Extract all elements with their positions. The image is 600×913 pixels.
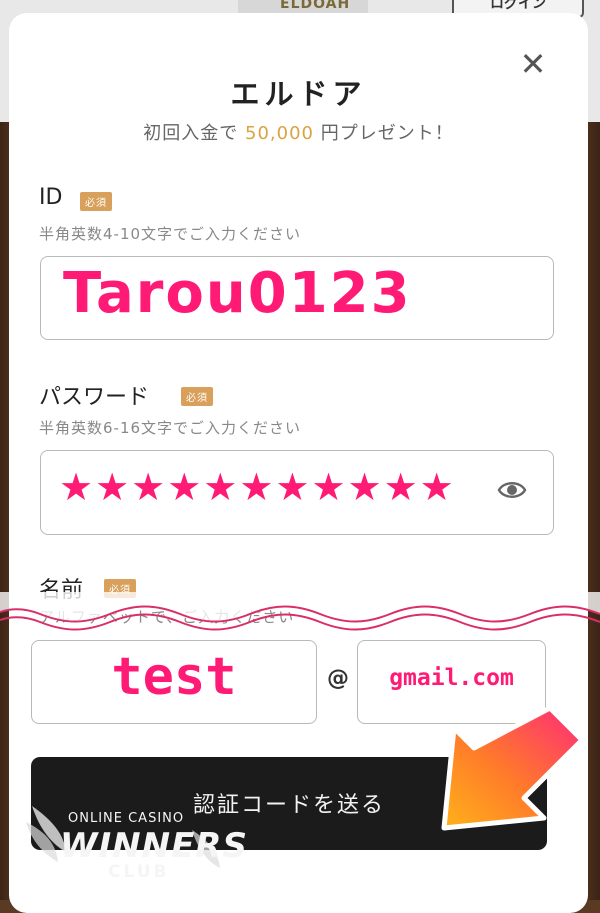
password-input-value: ★★★★★★★★★★★ [59, 465, 456, 509]
eye-icon[interactable] [497, 477, 527, 503]
watermark-line1: ONLINE CASINO [68, 811, 185, 826]
password-label: パスワード [39, 385, 150, 410]
promo-suffix: 円プレゼント！ [320, 123, 454, 144]
wave-break-overlay [0, 592, 600, 631]
required-badge: 必須 [181, 387, 213, 406]
watermark-line3: CLUB [108, 862, 170, 882]
modal-title: エルドア [230, 77, 367, 111]
required-badge: 必須 [80, 192, 112, 211]
promo-amount: 50,000 [245, 123, 314, 144]
password-hint: 半角英数6-16文字でご入力ください [39, 419, 302, 437]
id-input[interactable]: Tarou0123 [40, 256, 554, 340]
arrow-icon [441, 705, 585, 831]
password-input[interactable]: ★★★★★★★★★★★ [40, 450, 554, 535]
id-hint: 半角英数4-10文字でご入力ください [39, 225, 302, 243]
email-domain-value: gmail.com [389, 665, 514, 691]
watermark-line2: WINNERS [60, 826, 248, 866]
id-label: ID [39, 185, 63, 210]
email-user-input[interactable]: test [31, 640, 317, 724]
email-user-value: test [111, 647, 237, 707]
id-input-value: Tarou0123 [63, 261, 412, 326]
site-logo-text: ELDOAH [280, 0, 351, 12]
promo-text: 初回入金で 50,000 円プレゼント！ [9, 119, 588, 145]
promo-prefix: 初回入金で [143, 123, 239, 144]
email-at-sign: @ [327, 666, 349, 691]
